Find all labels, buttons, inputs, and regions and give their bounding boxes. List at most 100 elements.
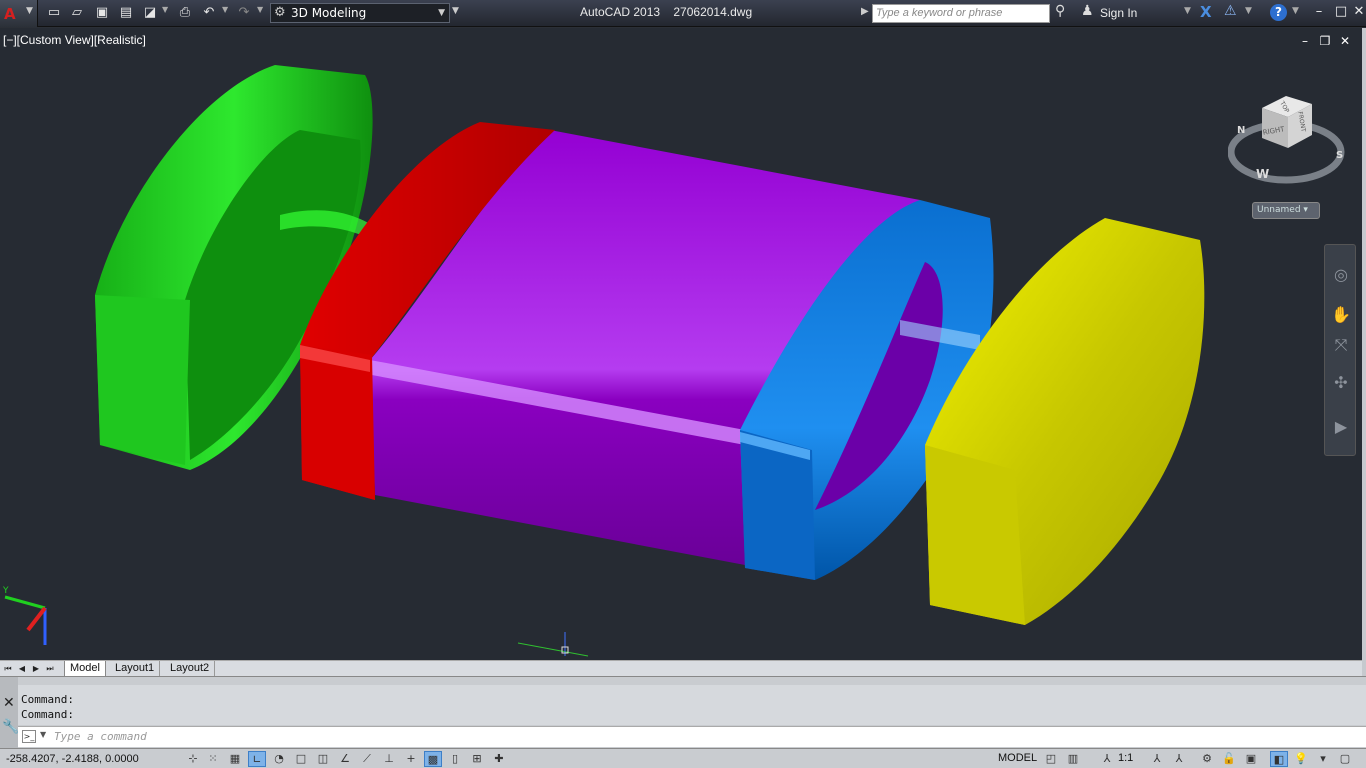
viewport-minimize-icon[interactable]: – [1298, 34, 1312, 48]
polar-tracking-icon[interactable]: ◔ [270, 751, 288, 767]
first-tab-icon[interactable]: ⏮ [2, 662, 14, 675]
print-icon[interactable]: ⎙ [175, 4, 195, 22]
hardware-acceleration-icon[interactable]: ▣ [1242, 751, 1260, 767]
wrench-icon[interactable]: 🔧 [2, 719, 19, 735]
search-expand-icon[interactable]: ▶ [861, 6, 869, 17]
open-folder-icon[interactable]: ▱ [67, 4, 87, 22]
minimize-icon[interactable]: – [1311, 3, 1327, 21]
command-window-handle[interactable]: ✕ 🔧 [0, 677, 19, 749]
workspace-switching-icon[interactable]: ⚙ [1198, 751, 1216, 767]
workspace-name: 3D Modeling [291, 6, 367, 20]
isolate-objects-icon[interactable]: ◧ [1270, 751, 1288, 767]
chevron-down-icon[interactable]: ▼ [1245, 6, 1252, 16]
drawing-viewport[interactable]: Y [−][Custom View][Realistic] – ❐ ✕ TOP … [0, 28, 1362, 660]
chevron-down-icon[interactable]: ▼ [257, 5, 263, 14]
ucs-menu-label: Unnamed [1257, 205, 1301, 215]
layout-tabs-bar: ⏮ ◀ ▶ ⏭ Model Layout1 Layout2 [0, 660, 1362, 677]
dynamic-ucs-icon[interactable]: ⟋ [358, 751, 376, 767]
quick-properties-icon[interactable]: ▯ [446, 751, 464, 767]
chevron-down-icon[interactable]: ▼ [1184, 6, 1191, 16]
maximize-icon[interactable]: □ [1333, 3, 1349, 21]
exchange-apps-icon[interactable]: X [1200, 3, 1212, 21]
title-bar: A ▼ ▭ ▱ ▣ ▤ ◪ ▼ ⎙ ↶ ▼ ↷ ▼ ⚙ 3D Modeling … [0, 0, 1366, 27]
command-prompt-icon[interactable]: >_ [22, 730, 36, 743]
command-input[interactable]: >_ ▼ Type a command [18, 726, 1366, 747]
chevron-down-icon[interactable]: ▼ [1292, 6, 1299, 16]
plot-preview-icon[interactable]: ◪ [140, 4, 160, 22]
prev-tab-icon[interactable]: ◀ [16, 662, 28, 675]
lock-ui-icon[interactable]: 🔓 [1220, 751, 1238, 767]
user-icon[interactable]: ♟ [1081, 3, 1094, 19]
viewport-close-icon[interactable]: ✕ [1338, 34, 1352, 48]
ucs-menu[interactable]: Unnamed ▾ [1252, 202, 1320, 219]
selection-cycling-icon[interactable]: ⊞ [468, 751, 486, 767]
history-line: Command: [21, 708, 74, 721]
3d-object-snap-icon[interactable]: ◫ [314, 751, 332, 767]
zoom-extents-icon[interactable]: ⤧ [1331, 335, 1351, 355]
application-menu-button[interactable]: A ▼ [0, 0, 38, 27]
compass-n: N [1237, 125, 1245, 136]
workspace-select[interactable]: ⚙ 3D Modeling ▼ [270, 3, 450, 23]
search-input[interactable]: Type a keyword or phrase [872, 4, 1050, 23]
chevron-down-icon: ▼ [438, 8, 445, 18]
new-file-icon[interactable]: ▭ [44, 4, 64, 22]
object-snap-tracking-icon[interactable]: ∠ [336, 751, 354, 767]
object-snap-icon[interactable]: □ [292, 751, 310, 767]
infer-constraints-icon[interactable]: ⊹ [184, 751, 202, 767]
pan-icon[interactable]: ✋ [1331, 305, 1351, 325]
tab-layout2[interactable]: Layout2 [165, 661, 216, 677]
coordinate-readout[interactable]: -258.4207, -2.4188, 0.0000 [6, 753, 139, 765]
svg-text:Y: Y [2, 586, 9, 596]
lightbulb-icon[interactable]: 💡 [1292, 751, 1310, 767]
save-as-icon[interactable]: ▤ [116, 4, 136, 22]
viewport-restore-icon[interactable]: ❐ [1318, 34, 1332, 48]
quick-view-layouts-icon[interactable]: ◰ [1042, 751, 1060, 767]
binoculars-icon[interactable]: ⚲ [1055, 3, 1065, 19]
showmotion-icon[interactable]: ▶ [1331, 417, 1351, 437]
annotation-visibility-icon[interactable]: ⅄ [1148, 751, 1166, 767]
next-tab-icon[interactable]: ▶ [30, 662, 42, 675]
tab-model[interactable]: Model [64, 661, 106, 677]
tab-layout1[interactable]: Layout1 [110, 661, 161, 677]
ortho-mode-icon[interactable]: ∟ [248, 751, 266, 767]
annotation-scale-icon[interactable]: ⅄ [1098, 751, 1116, 767]
autocad-logo-icon: A [4, 5, 16, 23]
compass-w: W [1256, 167, 1269, 181]
dynamic-input-icon[interactable]: ⊥ [380, 751, 398, 767]
customize-toolbar-icon[interactable]: ▼ [452, 6, 459, 16]
annotation-scale-value[interactable]: 1:1 [1118, 752, 1133, 764]
help-icon[interactable]: ? [1270, 4, 1287, 21]
transparency-icon[interactable]: ▩ [424, 751, 442, 767]
steering-wheel-icon[interactable]: ◎ [1331, 265, 1351, 285]
viewcube[interactable]: TOP RIGHT FRONT N W S [1228, 90, 1348, 190]
crosshair-cursor [517, 632, 589, 657]
command-window: ✕ 🔧 Command: Command: >_ ▼ Type a comman… [0, 676, 1366, 749]
annotation-monitor-icon[interactable]: ✚ [490, 751, 508, 767]
status-menu-icon[interactable]: ▾ [1314, 751, 1332, 767]
last-tab-icon[interactable]: ⏭ [44, 662, 56, 675]
redo-icon[interactable]: ↷ [234, 4, 254, 22]
grid-display-icon[interactable]: ▦ [226, 751, 244, 767]
close-icon[interactable]: ✕ [1351, 3, 1366, 21]
save-icon[interactable]: ▣ [92, 4, 112, 22]
vertical-scrollbar[interactable] [1362, 28, 1366, 676]
chevron-down-icon[interactable]: ▼ [222, 5, 228, 14]
quick-view-drawings-icon[interactable]: ▥ [1064, 751, 1082, 767]
viewport-controls-label[interactable]: [−][Custom View][Realistic] [3, 33, 146, 47]
auto-scale-icon[interactable]: ⅄ [1170, 751, 1188, 767]
undo-icon[interactable]: ↶ [199, 4, 219, 22]
history-line: Command: [21, 693, 74, 706]
close-icon[interactable]: ✕ [3, 695, 15, 711]
snap-mode-icon[interactable]: ⁙ [204, 751, 222, 767]
3d-model-scene[interactable]: Y [0, 28, 1362, 660]
gear-icon: ⚙ [274, 5, 286, 20]
model-space-toggle[interactable]: MODEL [998, 752, 1037, 764]
command-history: Command: Command: [18, 685, 1366, 725]
chevron-down-icon[interactable]: ▼ [162, 5, 168, 14]
lineweight-icon[interactable]: + [402, 751, 420, 767]
sign-in-button[interactable]: Sign In [1100, 6, 1137, 20]
chevron-down-icon[interactable]: ▼ [40, 730, 46, 739]
orbit-icon[interactable]: ✣ [1331, 373, 1351, 393]
clean-screen-icon[interactable]: ▢ [1336, 751, 1354, 767]
autodesk-360-icon[interactable]: ⚠ [1224, 3, 1237, 19]
